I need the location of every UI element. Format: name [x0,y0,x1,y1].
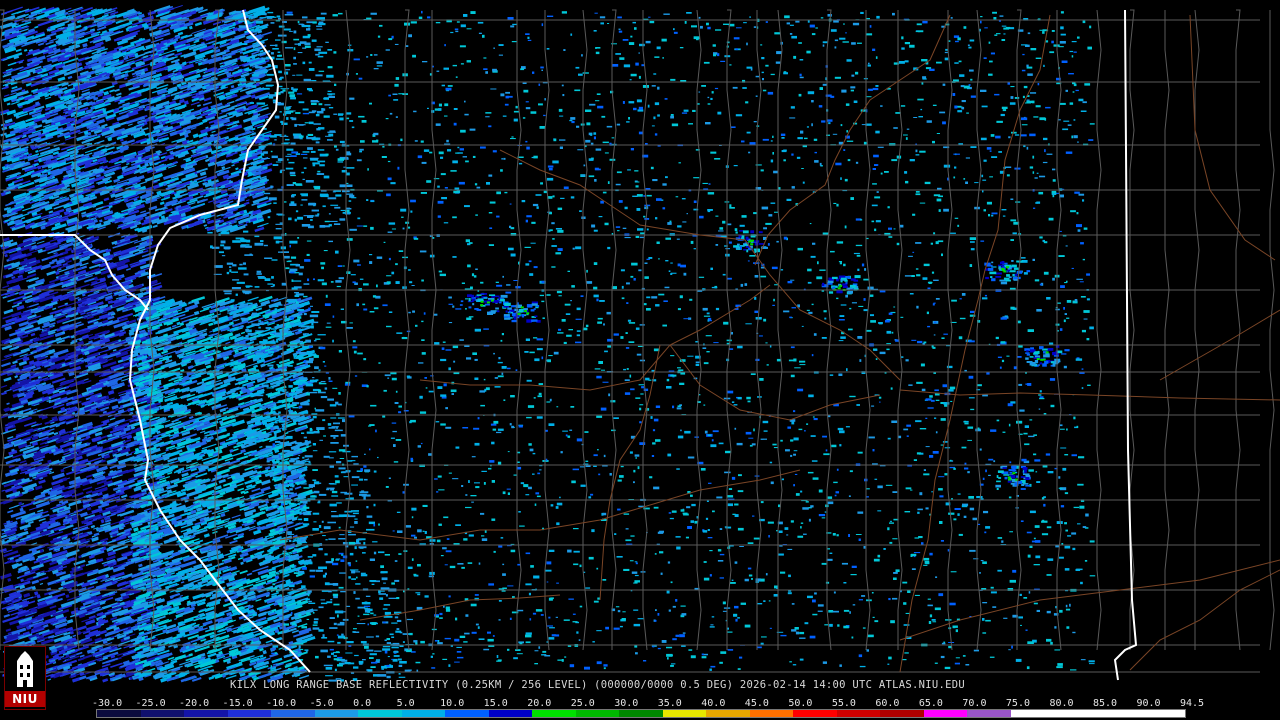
radar-map [0,0,1280,720]
